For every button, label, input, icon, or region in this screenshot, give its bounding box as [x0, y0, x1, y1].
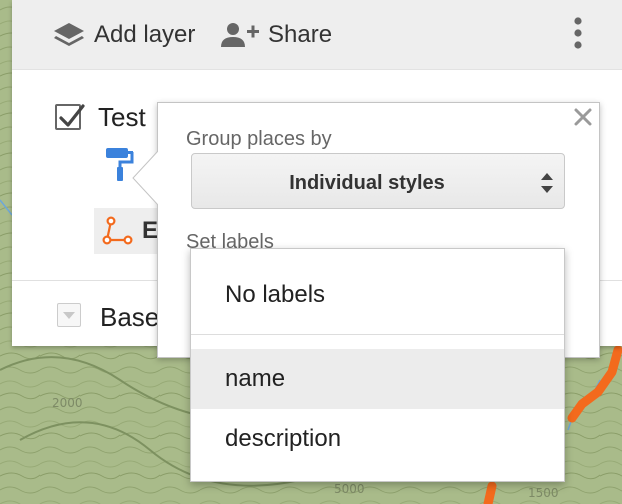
base-map-label[interactable]: Base	[100, 302, 159, 333]
layer-title[interactable]: Test	[98, 102, 146, 133]
share-label: Share	[268, 21, 333, 48]
share-button[interactable]: Share	[220, 0, 332, 70]
line-path-icon	[102, 215, 134, 252]
add-person-icon	[220, 21, 260, 49]
panel-toolbar: Add layer Share	[12, 0, 622, 70]
add-layer-label: Add layer	[94, 21, 196, 48]
menu-item-no-labels[interactable]: No labels	[191, 265, 564, 325]
caret-down-icon	[63, 312, 75, 319]
route-line	[483, 481, 497, 504]
add-layer-button[interactable]: Add layer	[52, 0, 195, 70]
labels-dropdown-menu: No labels name description	[190, 248, 565, 482]
menu-divider	[191, 334, 564, 335]
contour-label: 5000	[334, 482, 365, 496]
layers-icon	[52, 21, 86, 49]
contour-label: 2000	[52, 396, 83, 410]
contour-label: 1500	[528, 486, 559, 500]
base-map-toggle[interactable]	[57, 303, 81, 327]
group-places-label: Group places by	[186, 128, 332, 150]
more-vert-icon[interactable]	[568, 16, 588, 52]
dataset-label: E	[142, 217, 159, 244]
menu-item-description[interactable]: description	[191, 409, 564, 469]
close-icon[interactable]	[572, 106, 594, 133]
layer-visibility-checkbox[interactable]	[55, 104, 85, 130]
up-down-arrows-icon	[541, 173, 553, 193]
menu-item-name[interactable]: name	[191, 349, 564, 409]
popup-arrow	[132, 150, 160, 206]
group-places-value: Individual styles	[289, 172, 445, 194]
group-places-select[interactable]: Individual styles	[191, 153, 565, 209]
check-icon	[59, 104, 85, 127]
